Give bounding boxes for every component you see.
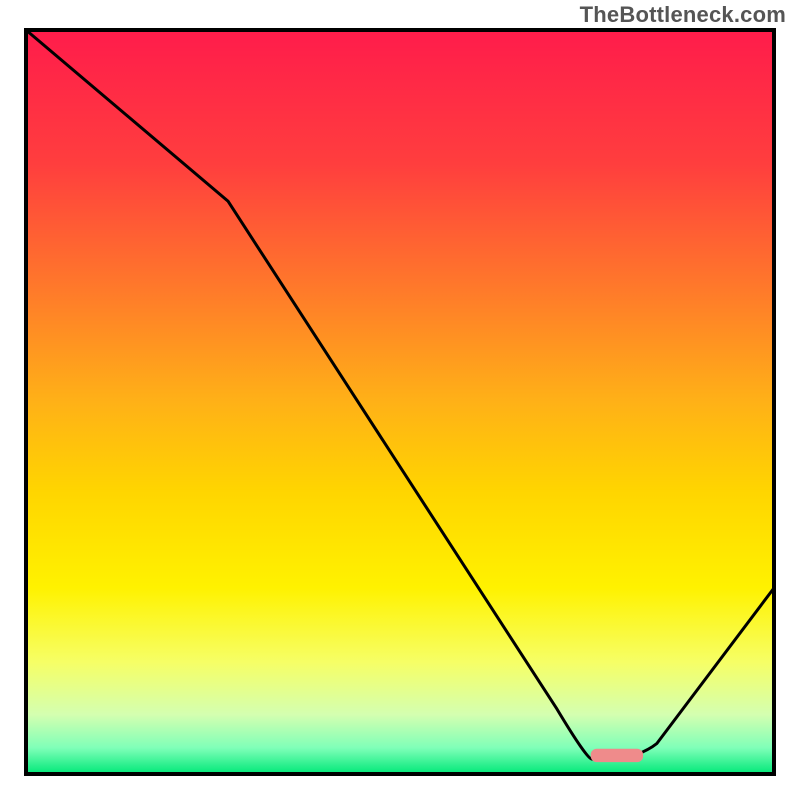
plot-background bbox=[26, 30, 774, 774]
watermark-text: TheBottleneck.com bbox=[580, 2, 786, 28]
optimal-marker bbox=[591, 749, 643, 762]
bottleneck-chart bbox=[0, 0, 800, 800]
